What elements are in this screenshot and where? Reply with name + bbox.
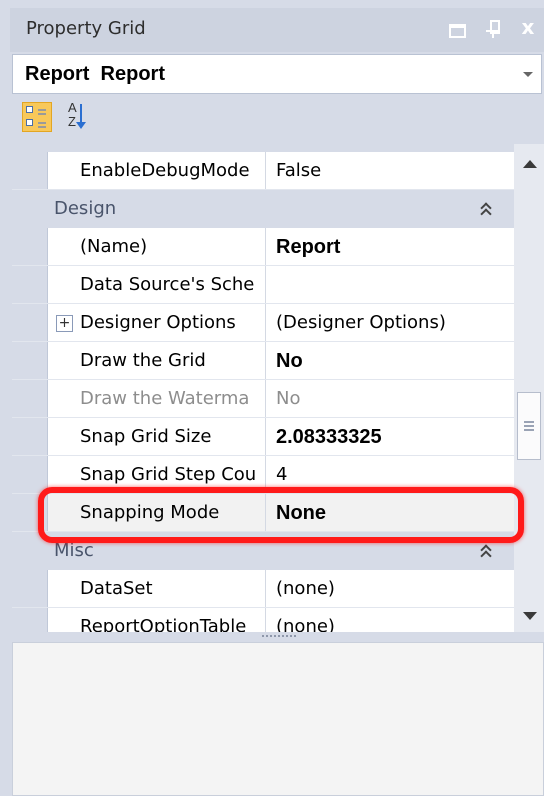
categorized-line [38, 113, 46, 115]
property-name: DataSet [50, 570, 266, 607]
window-controls: x [446, 16, 538, 40]
row-margin [12, 608, 48, 632]
sort-arrow-head [76, 122, 86, 129]
property-row-designer-options[interactable]: + Designer Options (Designer Options) [12, 304, 514, 342]
sort-alphabetical-icon[interactable]: A Z [64, 100, 94, 132]
vertical-scrollbar[interactable] [514, 144, 544, 632]
selected-object-label: Report Report [25, 63, 165, 85]
property-name: Snapping Mode [50, 494, 266, 531]
property-value[interactable]: 4 [268, 456, 514, 493]
toolbar: A Z [12, 96, 542, 140]
property-name: Draw the Grid [50, 342, 266, 379]
object-selector[interactable]: Report Report [12, 54, 542, 94]
grip-line [524, 429, 534, 431]
categorized-cell [26, 119, 33, 126]
splitter[interactable] [12, 632, 544, 642]
row-margin [12, 418, 48, 455]
categorized-cell [26, 106, 33, 113]
property-value[interactable]: Report [268, 228, 514, 265]
property-name: (Name) [50, 228, 266, 265]
sort-letter-z: Z [68, 114, 76, 129]
row-margin [12, 266, 48, 303]
property-row-snap-grid-size[interactable]: Snap Grid Size 2.08333325 [12, 418, 514, 456]
category-label: Misc [54, 540, 94, 561]
property-value[interactable]: 2.08333325 [268, 418, 514, 455]
close-icon[interactable]: x [518, 16, 538, 40]
scroll-up-icon[interactable] [523, 160, 537, 168]
property-name: Snap Grid Step Cou [50, 456, 266, 493]
property-value[interactable]: No [268, 342, 514, 379]
property-value[interactable]: None [268, 494, 514, 531]
property-name: Snap Grid Size [50, 418, 266, 455]
property-row-snapping-mode[interactable]: Snapping Mode None [12, 494, 514, 532]
property-row-draw-the-watermark[interactable]: Draw the Waterma No [12, 380, 514, 418]
window-title: Property Grid [26, 18, 146, 39]
property-value: No [276, 388, 301, 409]
row-margin [12, 456, 48, 493]
sort-letter-a: A [68, 100, 77, 115]
pin-stem [492, 32, 494, 38]
property-grid-panel: Property Grid x Report Report A Z Enable… [0, 0, 544, 796]
description-pane [12, 642, 544, 796]
property-value[interactable]: False [268, 152, 514, 189]
category-design[interactable]: Design [12, 190, 514, 228]
property-row-data-source-schema[interactable]: Data Source's Sche [12, 266, 514, 304]
minimize-icon[interactable] [446, 16, 466, 40]
row-margin [12, 228, 48, 265]
row-margin [12, 380, 48, 417]
row-margin [12, 152, 48, 189]
category-misc[interactable]: Misc [12, 532, 514, 570]
property-name: ReportOptionTable [50, 608, 266, 632]
collapse-icon[interactable] [480, 202, 494, 216]
property-row-dataset[interactable]: DataSet (none) [12, 570, 514, 608]
pin-icon[interactable] [482, 16, 502, 40]
property-value[interactable]: (none) [268, 570, 514, 607]
property-row-report-option-table[interactable]: ReportOptionTable (none) [12, 608, 514, 632]
row-margin [12, 304, 48, 341]
row-margin [12, 570, 48, 607]
property-value[interactable] [268, 266, 514, 303]
property-row-draw-the-grid[interactable]: Draw the Grid No [12, 342, 514, 380]
property-row-enabledebugmode[interactable]: EnableDebugMode False [12, 152, 514, 190]
grip-line [524, 421, 534, 423]
categorized-line [38, 109, 46, 111]
categorized-icon[interactable] [22, 102, 52, 132]
collapse-icon[interactable] [480, 544, 494, 558]
property-value[interactable]: (none) [268, 608, 514, 632]
row-margin [12, 342, 48, 379]
property-grid[interactable]: EnableDebugMode False Design (Name) Repo… [12, 144, 544, 632]
expand-icon[interactable]: + [56, 315, 73, 332]
splitter-grip-icon[interactable] [262, 635, 296, 637]
property-row-snap-grid-step-count[interactable]: Snap Grid Step Cou 4 [12, 456, 514, 494]
categorized-line [38, 122, 46, 124]
property-name: Data Source's Sche [50, 266, 266, 303]
title-bar: Property Grid x [10, 8, 544, 52]
grip-line [524, 425, 534, 427]
property-name-text: Designer Options [80, 312, 236, 333]
scroll-thumb[interactable] [517, 392, 541, 460]
property-value[interactable]: (Designer Options) [268, 304, 514, 341]
row-margin [12, 494, 48, 531]
property-name: Draw the Waterma [50, 380, 266, 417]
category-label: Design [54, 198, 117, 219]
scroll-down-icon[interactable] [523, 612, 537, 620]
property-list: EnableDebugMode False Design (Name) Repo… [12, 152, 514, 632]
property-row-name[interactable]: (Name) Report [12, 228, 514, 266]
property-name: + Designer Options [50, 304, 266, 341]
property-name: EnableDebugMode [50, 152, 266, 189]
chevron-down-icon[interactable] [523, 72, 533, 77]
categorized-line [38, 126, 46, 128]
